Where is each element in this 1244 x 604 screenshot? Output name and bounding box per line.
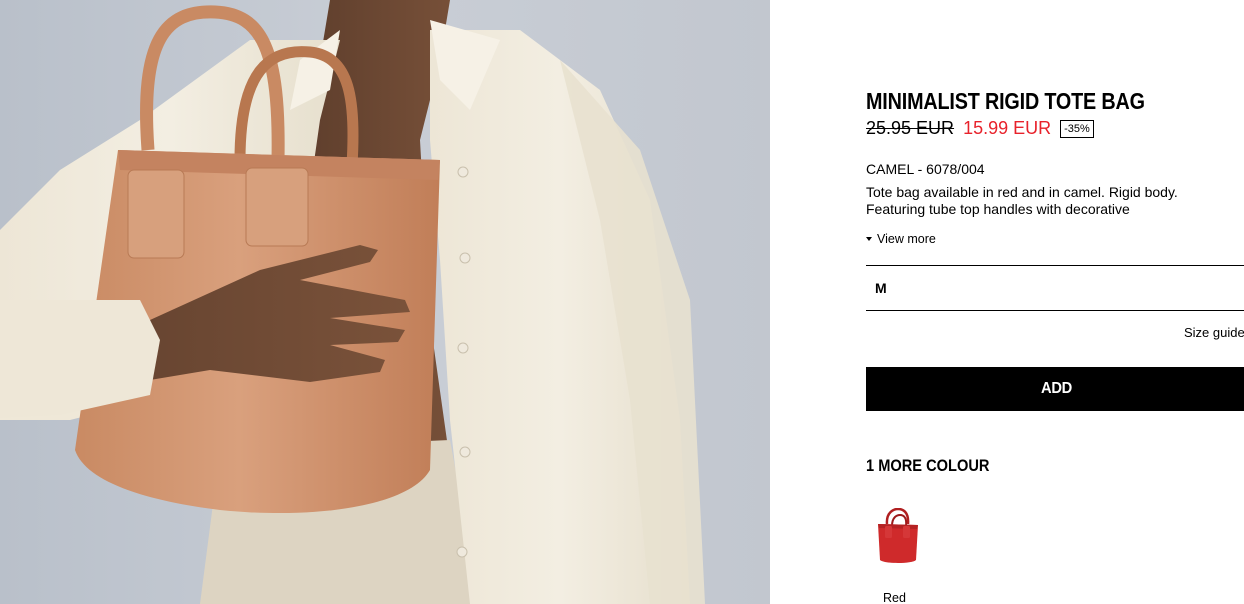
product-image[interactable]	[0, 0, 770, 604]
view-more-label: View more	[877, 232, 936, 246]
colour-reference: CAMEL - 6078/004	[866, 161, 985, 177]
original-price: 25.95 EUR	[866, 118, 955, 138]
sale-price: 15.99 EUR	[963, 118, 1052, 138]
discount-badge: -35%	[1060, 119, 1094, 138]
add-button-label: ADD	[1040, 380, 1073, 397]
colour-swatch-label: Red	[883, 591, 906, 604]
red-bag-thumbnail-icon	[878, 507, 918, 563]
colour-swatch-red[interactable]	[872, 507, 924, 566]
product-description: Tote bag available in red and in camel. …	[866, 184, 1178, 217]
add-to-cart-button[interactable]: ADD	[866, 367, 1244, 411]
view-more-link[interactable]: View more	[866, 232, 936, 246]
product-info-panel: MINIMALIST RIGID TOTE BAG 25.95 EUR 15.9…	[770, 0, 1244, 604]
size-selector[interactable]: M	[866, 265, 1244, 311]
more-colours-heading: 1 MORE COLOUR	[866, 456, 990, 475]
product-title: MINIMALIST RIGID TOTE BAG	[866, 88, 1145, 114]
size-guide-link[interactable]: Size guide	[1184, 325, 1244, 340]
product-photo-illustration	[0, 0, 770, 604]
selected-size: M	[875, 280, 887, 296]
caret-down-icon	[866, 237, 872, 241]
price-row: 25.95 EUR 15.99 EUR -35%	[866, 118, 1094, 139]
